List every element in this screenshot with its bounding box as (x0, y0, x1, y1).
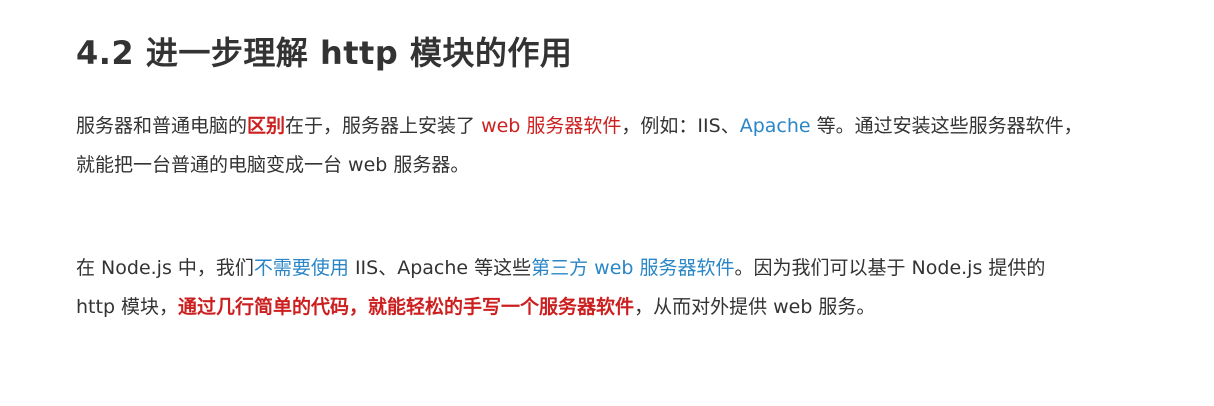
text-run: 。因为我们可以基于 Node.js 提供的 (734, 257, 1046, 279)
section-title: 4.2 进一步理解 http 模块的作用 (76, 34, 573, 72)
text-run: 就能把一台普通的电脑变成一台 web 服务器。 (76, 154, 470, 176)
highlight-web-server-software: web 服务器软件 (481, 115, 622, 137)
text-run: 在于，服务器上安装了 (285, 115, 482, 137)
highlight-apache: Apache (739, 115, 811, 137)
text-run: http 模块， (76, 296, 179, 318)
paragraph-line: 在 Node.js 中，我们不需要使用 IIS、Apache 等这些第三方 we… (76, 249, 1176, 288)
text-run: 服务器和普通电脑的 (76, 115, 248, 137)
text-run: ，从而对外提供 web 服务。 (634, 296, 876, 318)
paragraph-server-difference: 服务器和普通电脑的区别在于，服务器上安装了 web 服务器软件，例如：IIS、A… (76, 107, 1176, 185)
text-run: IIS、Apache 等这些 (348, 257, 532, 279)
document-page: 4.2 进一步理解 http 模块的作用 服务器和普通电脑的区别在于，服务器上安… (0, 0, 1214, 406)
paragraph-nodejs-http: 在 Node.js 中，我们不需要使用 IIS、Apache 等这些第三方 we… (76, 249, 1176, 327)
highlight-no-need-to-use: 不需要使用 (253, 257, 349, 279)
paragraph-line: 服务器和普通电脑的区别在于，服务器上安装了 web 服务器软件，例如：IIS、A… (76, 107, 1176, 146)
highlight-few-lines-of-code: 通过几行简单的代码，就能轻松的手写一个服务器软件 (178, 296, 635, 318)
paragraph-line: http 模块，通过几行简单的代码，就能轻松的手写一个服务器软件，从而对外提供 … (76, 288, 1176, 327)
text-run: ，例如：IIS、 (621, 115, 740, 137)
text-run: 在 Node.js 中，我们 (76, 257, 254, 279)
text-run: 等。通过安装这些服务器软件， (810, 115, 1083, 137)
paragraph-line: 就能把一台普通的电脑变成一台 web 服务器。 (76, 146, 1176, 185)
highlight-third-party-software: 第三方 web 服务器软件 (531, 257, 735, 279)
highlight-difference: 区别 (247, 115, 286, 137)
